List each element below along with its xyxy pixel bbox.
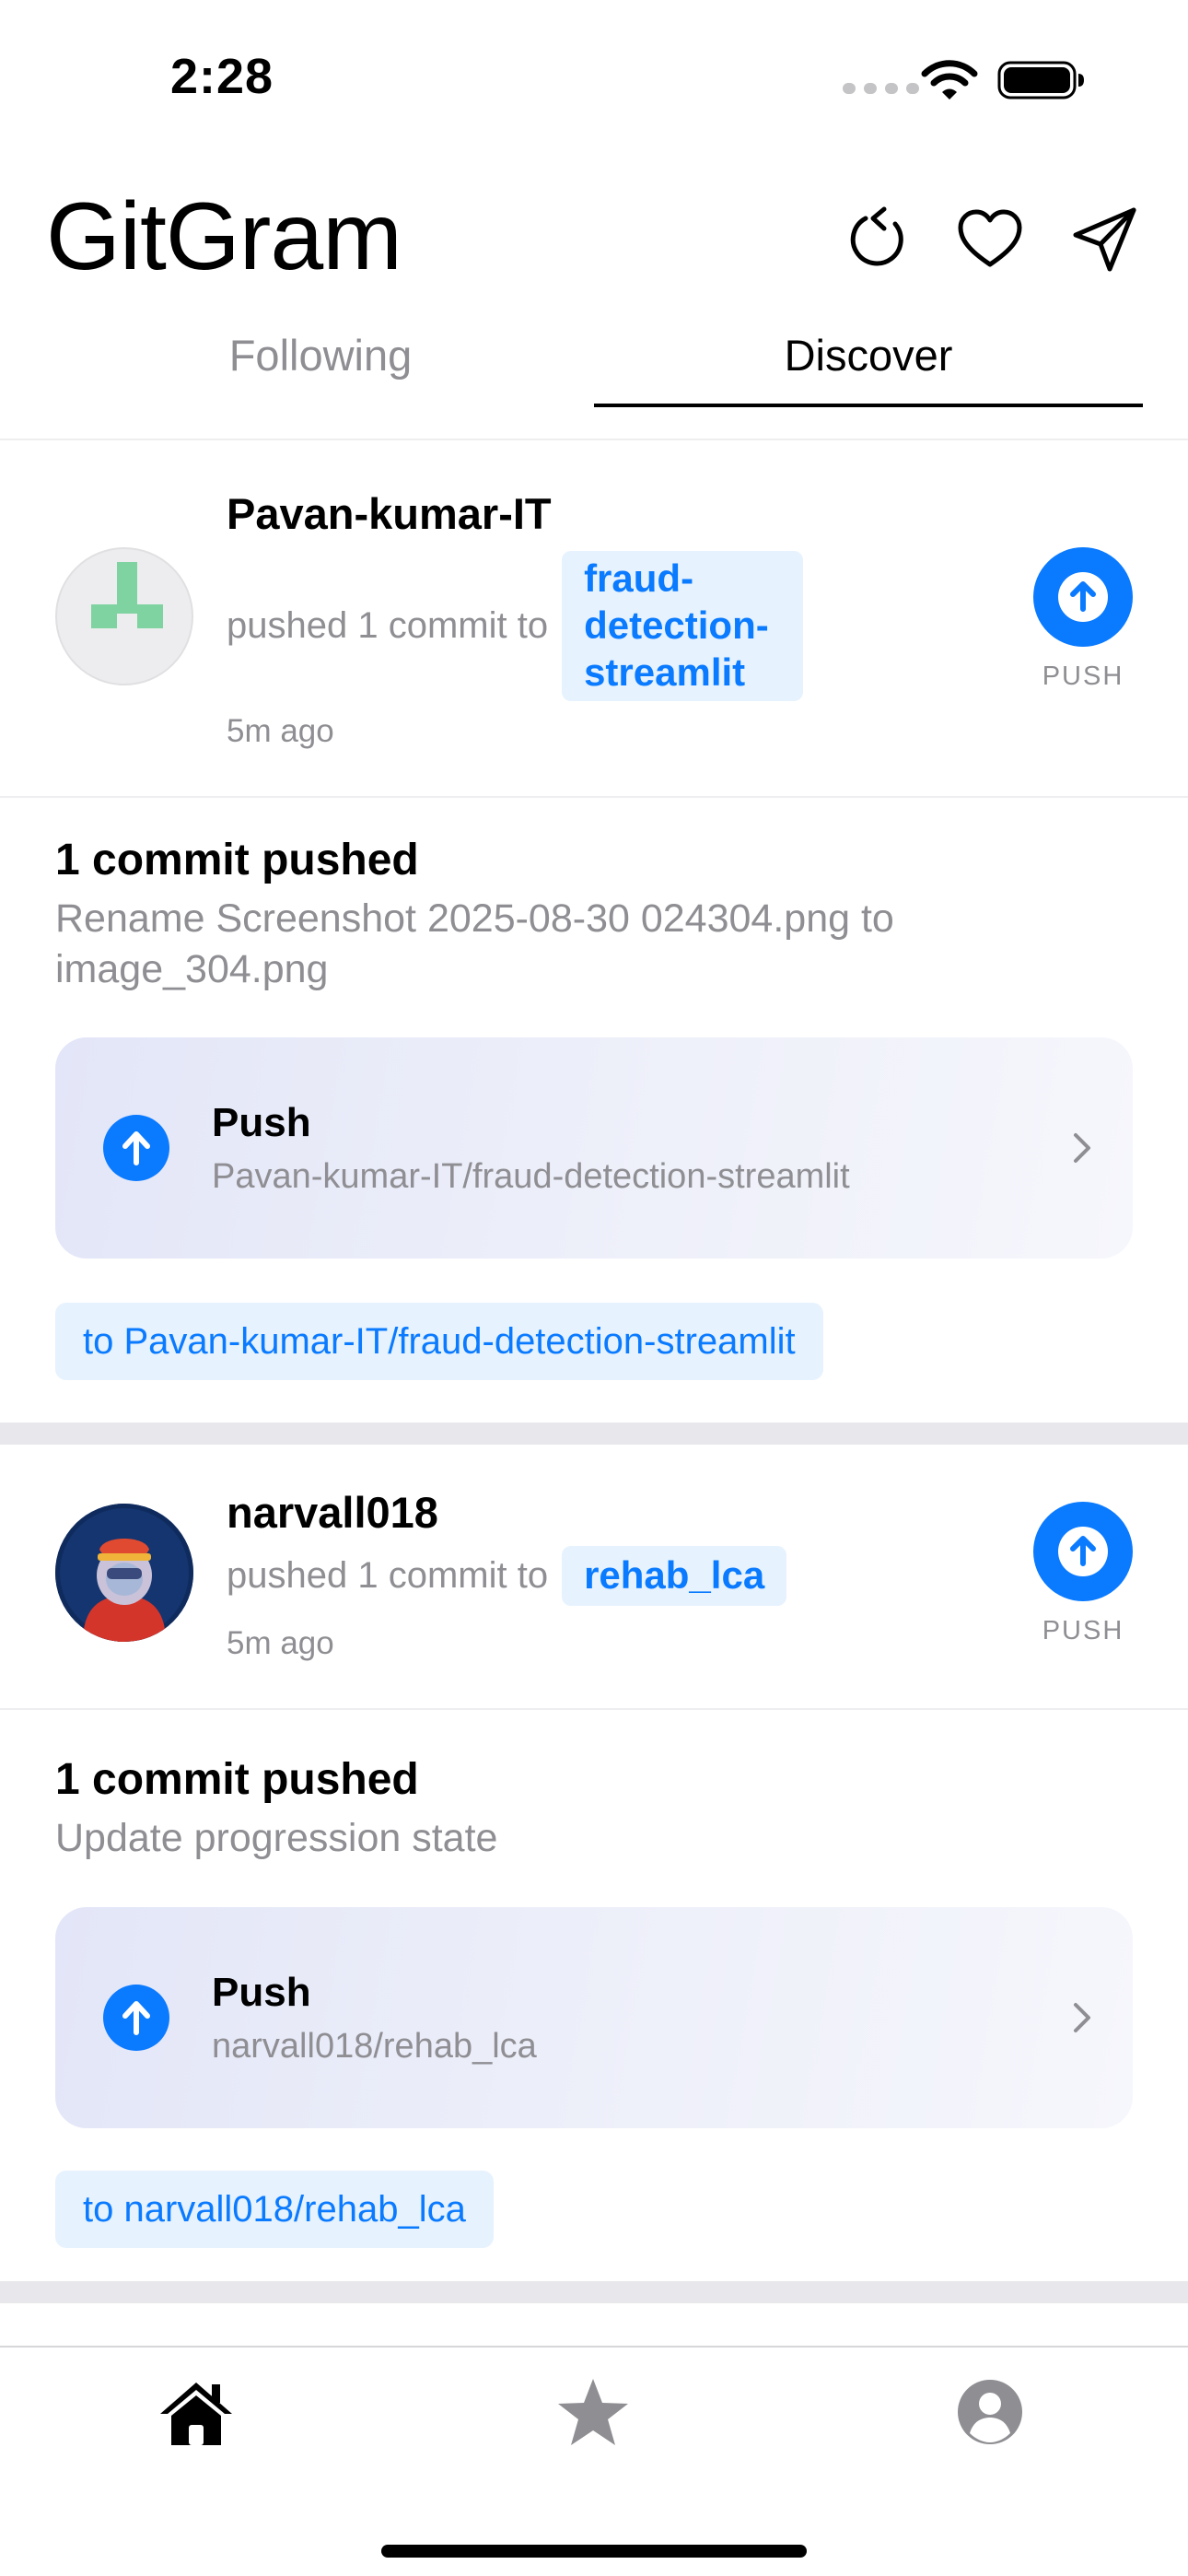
arrow-up-icon [122,2001,150,2035]
wifi-icon [921,60,978,100]
post-action-text: pushed 1 commit to [227,605,549,646]
avatar-image [55,1504,193,1642]
avatar[interactable] [55,547,193,685]
event-label: Push [212,1970,311,2015]
avatar[interactable] [55,1504,193,1642]
star-icon [558,2379,628,2445]
battery-icon [997,61,1084,100]
status-time: 2:28 [170,49,274,104]
chevron-right-icon [1074,2003,1090,2032]
push-event-button[interactable] [1033,547,1133,647]
event-repo: Pavan-kumar-IT/fraud-detection-streamlit [212,1157,850,1196]
app-screen: 2:28 GitGram Following Discover Pavan-ku… [0,0,1188,2576]
tab-starred[interactable] [547,2366,639,2458]
arrow-up-icon [1058,1527,1108,1576]
refresh-icon [850,206,903,266]
home-icon [160,2383,232,2445]
cellular-signal-icon [843,83,919,94]
bottom-tab-bar [0,2346,1188,2576]
home-indicator [381,2545,807,2558]
event-label: Push [212,1100,311,1145]
push-event-card[interactable]: Push Pavan-kumar-IT/fraud-detection-stre… [55,1037,1133,1259]
commit-title: 1 commit pushed [55,836,419,884]
push-label: PUSH [1042,1616,1124,1645]
tab-discover[interactable]: Discover [594,322,1143,407]
repo-chip[interactable]: fraud- detection- streamlit [562,551,804,701]
chevron-right-icon [1074,1133,1090,1163]
tab-following[interactable]: Following [46,322,595,407]
push-event-icon [103,1115,169,1181]
feed[interactable]: Pavan-kumar-IT pushed 1 commit to fraud-… [0,439,1188,2303]
arrow-up-icon [122,1131,150,1165]
commit-title: 1 commit pushed [55,1755,419,1804]
tab-home[interactable] [150,2366,242,2458]
event-repo: narvall018/rehab_lca [212,2027,537,2066]
feed-tabs: Following Discover [0,322,1188,410]
tab-discover-label: Discover [784,331,953,380]
target-repo-chip[interactable]: to narvall018/rehab_lca [55,2171,494,2248]
commit-message: Rename Screenshot 2025-08-30 024304.png … [55,896,894,991]
tab-following-label: Following [228,331,413,380]
active-tab-indicator [594,404,1143,407]
push-event-card[interactable]: Push narvall018/rehab_lca [55,1907,1133,2128]
commit-message: Update progression state [55,1816,498,1860]
push-label: PUSH [1042,662,1124,691]
post-time: 5m ago [227,1625,334,1661]
arrow-up-icon [1058,572,1108,622]
push-event-button[interactable] [1033,1502,1133,1601]
push-event-icon [103,1985,169,2051]
post-action-line: pushed 1 commit to fraud- detection- str… [227,551,804,701]
post-separator [0,1423,1188,1445]
post-body: 1 commit pushed Update progression state… [0,1710,1188,2281]
app-title: GitGram [46,183,402,290]
tab-profile[interactable] [944,2366,1036,2458]
post-header[interactable]: narvall018 pushed 1 commit to rehab_lca … [0,1445,1188,1710]
repo-chip[interactable]: rehab_lca [562,1546,787,1606]
post-time: 5m ago [227,713,334,749]
person-circle-icon [958,2380,1022,2444]
identicon-image [91,562,163,628]
heart-icon [958,209,1022,267]
post-separator [0,2281,1188,2303]
post-action-line: pushed 1 commit to rehab_lca [227,1546,787,1606]
status-bar: 2:28 [0,0,1188,157]
post-header[interactable]: Pavan-kumar-IT pushed 1 commit to fraud-… [0,439,1188,798]
send-button[interactable] [1068,203,1142,276]
favorites-button[interactable] [953,203,1027,276]
send-icon [1073,207,1136,272]
target-repo-chip[interactable]: to Pavan-kumar-IT/fraud-detection-stream… [55,1303,823,1380]
refresh-button[interactable] [843,203,916,276]
post-action-text: pushed 1 commit to [227,1555,549,1596]
post-username[interactable]: Pavan-kumar-IT [227,488,552,539]
post-body: 1 commit pushed Rename Screenshot 2025-0… [0,798,1188,1423]
post-username[interactable]: narvall018 [227,1487,438,1538]
